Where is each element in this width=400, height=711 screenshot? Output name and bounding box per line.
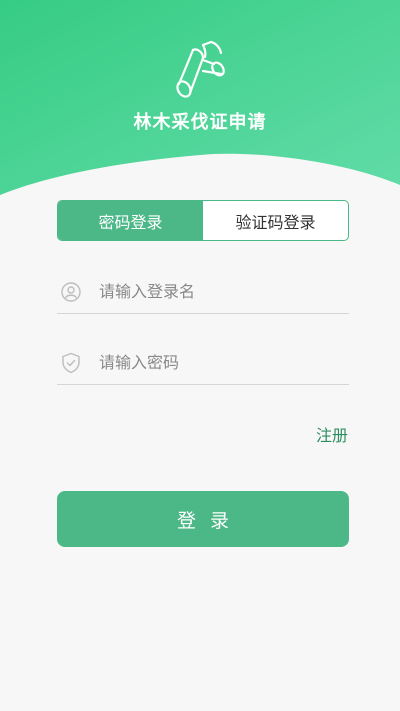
password-input[interactable] <box>99 342 349 383</box>
username-field <box>57 270 349 314</box>
header: 林木采伐证申请 <box>0 0 400 200</box>
register-link[interactable]: 注册 <box>316 422 348 446</box>
login-mode-tabs: 密码登录 验证码登录 <box>57 200 349 241</box>
tab-code-login[interactable]: 验证码登录 <box>203 201 348 240</box>
user-icon <box>59 280 83 304</box>
login-screen: 林木采伐证申请 密码登录 验证码登录 注册 登录 <box>0 0 400 711</box>
header-background <box>0 0 400 195</box>
password-field <box>57 341 349 385</box>
log-icon <box>176 40 225 98</box>
shield-check-icon <box>59 351 83 375</box>
username-input[interactable] <box>99 271 349 312</box>
app-title: 林木采伐证申请 <box>133 112 267 133</box>
login-button[interactable]: 登录 <box>57 491 349 547</box>
tab-password-login[interactable]: 密码登录 <box>58 201 203 240</box>
